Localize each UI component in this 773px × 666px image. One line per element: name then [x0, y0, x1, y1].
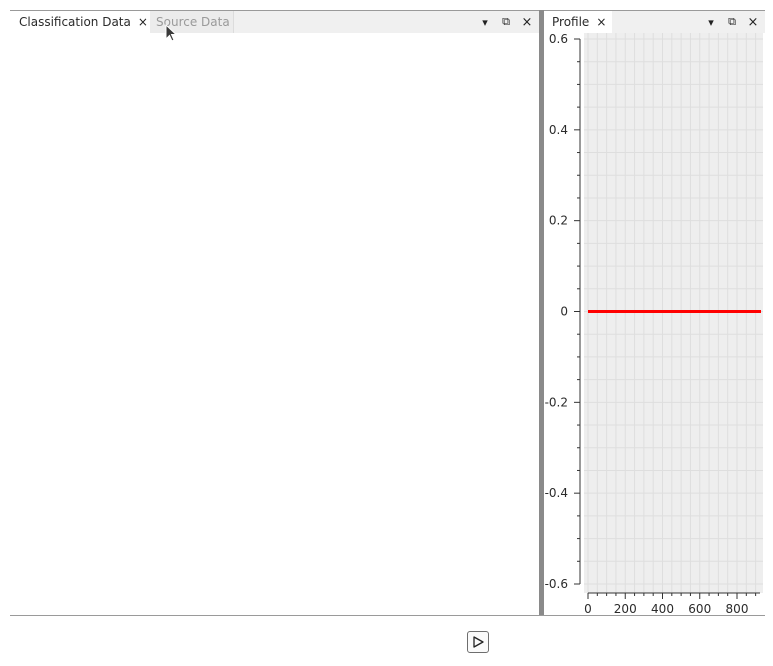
tab-classification-data[interactable]: Classification Data ×: [10, 11, 150, 33]
x-tick-label: 0: [584, 602, 592, 616]
dock-menu-icon[interactable]: ▾: [704, 11, 718, 33]
dock-menu-icon[interactable]: ▾: [478, 11, 492, 33]
x-tick-label: 800: [726, 602, 749, 616]
y-tick-label: 0: [560, 305, 568, 319]
y-tick-label: -0.4: [545, 486, 568, 500]
dock-bottom-border: [10, 615, 765, 616]
close-tab-icon[interactable]: ×: [138, 15, 148, 29]
profile-dock: Profile × ▾ ⧉ × 0.6 0.4 0.2 0 -0.2 -0.4 -0.6 0 2…: [544, 10, 765, 616]
classification-dock: Classification Data × Source Data ▾ ⧉ ×: [10, 10, 540, 616]
close-tab-icon[interactable]: ×: [596, 15, 606, 29]
profile-chart: 0.6 0.4 0.2 0 -0.2 -0.4 -0.6 0 200 400 600 800: [545, 33, 763, 616]
play-icon: [473, 636, 484, 648]
dock-close-icon[interactable]: ×: [520, 11, 534, 33]
tab-classification-data-label: Classification Data: [19, 15, 131, 29]
dock-close-icon[interactable]: ×: [746, 11, 760, 33]
x-tick-label: 400: [651, 602, 674, 616]
dock-float-icon[interactable]: ⧉: [725, 11, 739, 33]
mouse-cursor-icon: [165, 24, 178, 42]
tab-profile[interactable]: Profile ×: [544, 11, 612, 33]
dock-float-icon[interactable]: ⧉: [499, 11, 513, 33]
tab-source-data[interactable]: Source Data: [150, 11, 234, 33]
classification-data-view[interactable]: [10, 33, 540, 616]
left-tab-bar: Classification Data × Source Data ▾ ⧉ ×: [10, 11, 540, 33]
y-tick-label: 0.6: [549, 33, 568, 46]
profile-chart-area: 0.6 0.4 0.2 0 -0.2 -0.4 -0.6 0 200 400 600 800: [544, 33, 765, 616]
y-tick-label: -0.2: [545, 395, 568, 409]
y-tick-label: 0.4: [549, 123, 568, 137]
y-tick-label: -0.6: [545, 577, 568, 591]
x-tick-label: 600: [688, 602, 711, 616]
right-tab-bar: Profile × ▾ ⧉ ×: [544, 11, 765, 33]
tab-profile-label: Profile: [552, 15, 590, 29]
x-tick-label: 200: [614, 602, 637, 616]
y-tick-label: 0.2: [549, 214, 568, 228]
play-button[interactable]: [467, 631, 489, 653]
